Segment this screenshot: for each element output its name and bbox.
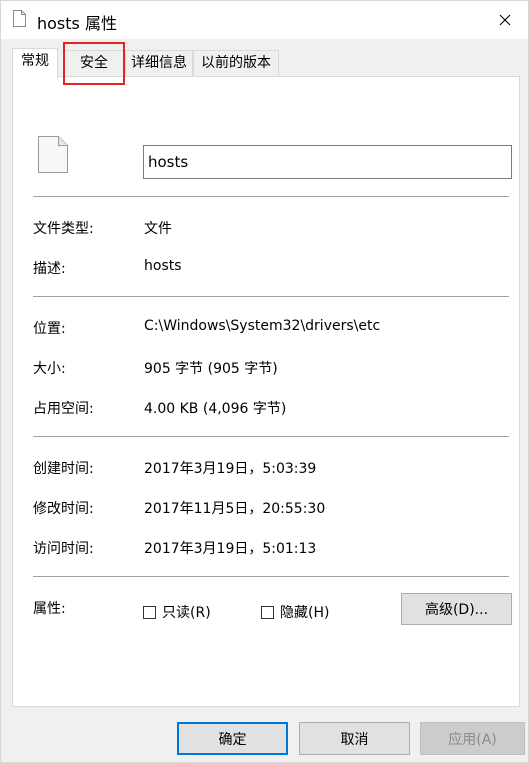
tab-security[interactable]: 安全 bbox=[63, 50, 125, 77]
separator bbox=[33, 196, 509, 197]
apply-button[interactable]: 应用(A) bbox=[420, 722, 525, 755]
dialog-body: 常规 安全 详细信息 以前的版本 文件类型: 文件 描述: hosts 位置: … bbox=[1, 39, 528, 762]
close-button[interactable] bbox=[482, 1, 528, 39]
tab-general[interactable]: 常规 bbox=[12, 48, 58, 79]
file-name-input[interactable] bbox=[143, 145, 512, 179]
separator bbox=[33, 296, 509, 297]
advanced-button[interactable]: 高级(D)... bbox=[401, 593, 512, 625]
location-label: 位置: bbox=[33, 321, 66, 337]
properties-window: hosts 属性 常规 安全 详细信息 以前的版本 文件类型: 文件 描述: h… bbox=[0, 0, 529, 763]
readonly-checkbox-label: 只读(R) bbox=[162, 605, 211, 621]
created-value: 2017年3月19日，5:03:39 bbox=[144, 461, 317, 477]
hidden-checkbox-label: 隐藏(H) bbox=[280, 605, 330, 621]
window-title: hosts 属性 bbox=[37, 14, 117, 33]
accessed-label: 访问时间: bbox=[33, 541, 94, 557]
location-value: C:\Windows\System32\drivers\etc bbox=[144, 318, 381, 334]
ok-button[interactable]: 确定 bbox=[177, 722, 288, 755]
modified-label: 修改时间: bbox=[33, 501, 94, 517]
checkbox-box[interactable] bbox=[143, 605, 156, 619]
general-tab-panel: 文件类型: 文件 描述: hosts 位置: C:\Windows\System… bbox=[12, 76, 520, 707]
created-label: 创建时间: bbox=[33, 461, 94, 477]
tab-previous-versions[interactable]: 以前的版本 bbox=[193, 50, 279, 77]
hidden-checkbox[interactable]: 隐藏(H) bbox=[261, 602, 329, 622]
accessed-value: 2017年3月19日，5:01:13 bbox=[144, 541, 317, 557]
modified-value: 2017年11月5日，20:55:30 bbox=[144, 501, 326, 517]
separator bbox=[33, 436, 509, 437]
size-value: 905 字节 (905 字节) bbox=[144, 361, 278, 377]
tab-details[interactable]: 详细信息 bbox=[125, 50, 193, 77]
file-type-label: 文件类型: bbox=[33, 221, 94, 237]
title-bar: hosts 属性 bbox=[1, 1, 528, 39]
size-on-disk-label: 占用空间: bbox=[33, 401, 94, 417]
description-value: hosts bbox=[144, 258, 182, 274]
size-label: 大小: bbox=[33, 361, 66, 377]
file-icon bbox=[13, 10, 26, 27]
file-icon bbox=[38, 136, 68, 173]
attributes-label: 属性: bbox=[33, 601, 66, 617]
cancel-button[interactable]: 取消 bbox=[299, 722, 410, 755]
separator bbox=[33, 576, 509, 577]
size-on-disk-value: 4.00 KB (4,096 字节) bbox=[144, 401, 287, 417]
readonly-checkbox[interactable]: 只读(R) bbox=[143, 602, 211, 622]
checkbox-box[interactable] bbox=[261, 605, 274, 619]
file-type-value: 文件 bbox=[144, 221, 172, 237]
close-icon bbox=[499, 14, 511, 26]
description-label: 描述: bbox=[33, 261, 66, 277]
